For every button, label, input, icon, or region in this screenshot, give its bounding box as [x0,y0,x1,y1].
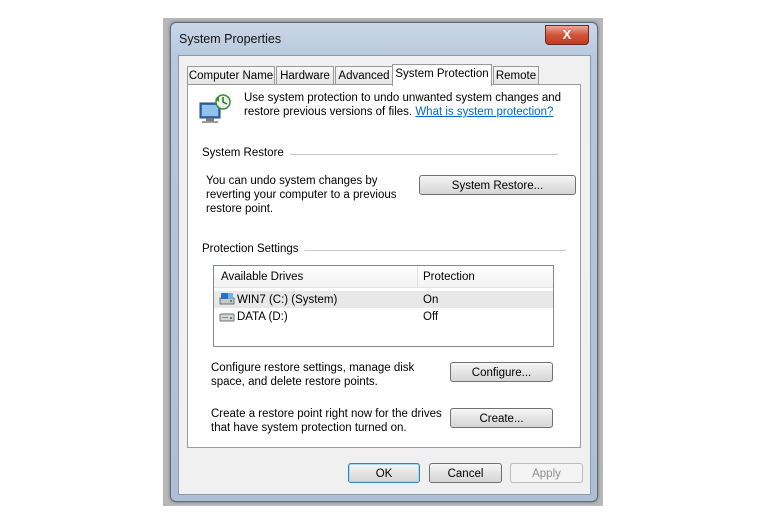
system-protection-panel: Use system protection to undo unwanted s… [187,84,581,448]
system-drive-icon [219,293,235,305]
table-row[interactable]: DATA (D:) Off [214,308,553,325]
tab-computer-name[interactable]: Computer Name [187,66,275,85]
drive-protection-status: Off [423,311,439,323]
ok-button[interactable]: OK [348,463,420,483]
system-restore-button[interactable]: System Restore... [419,175,576,195]
system-restore-heading: System Restore [202,147,290,159]
title-bar[interactable]: System Properties X [171,23,597,53]
system-restore-description: You can undo system changes by reverting… [206,175,397,215]
drive-name: WIN7 (C:) (System) [237,294,338,306]
window-title: System Properties [179,32,282,46]
tab-advanced[interactable]: Advanced [335,66,393,85]
system-properties-window: System Properties X Computer Name Hardwa… [170,22,598,502]
close-button[interactable]: X [545,25,589,45]
tab-remote[interactable]: Remote [493,66,539,85]
tab-system-protection[interactable]: System Protection [392,64,492,86]
system-protection-icon [199,94,231,123]
create-description: Create a restore point right now for the… [211,408,442,434]
cancel-button[interactable]: Cancel [429,463,502,483]
what-is-system-protection-link[interactable]: What is system protection? [415,106,553,118]
apply-button[interactable]: Apply [510,463,583,483]
protection-settings-heading: Protection Settings [202,243,305,255]
intro-text-block: Use system protection to undo unwanted s… [244,91,564,119]
column-available-drives[interactable]: Available Drives [221,269,303,285]
dialog-client-area: Computer Name Hardware Advanced System P… [178,55,591,495]
configure-button[interactable]: Configure... [450,362,553,382]
drive-protection-status: On [423,294,439,306]
column-separator [417,266,418,287]
configure-description: Configure restore settings, manage disk … [211,362,415,388]
table-row[interactable]: WIN7 (C:) (System) On [214,291,553,308]
column-protection[interactable]: Protection [423,269,475,285]
create-button[interactable]: Create... [450,408,553,428]
available-drives-list[interactable]: Available Drives Protection WIN7 (C:) (S… [213,265,554,347]
tab-hardware[interactable]: Hardware [276,66,334,85]
drives-list-header: Available Drives Protection [214,266,553,288]
hard-drive-icon [219,313,235,322]
drive-name: DATA (D:) [237,311,288,323]
